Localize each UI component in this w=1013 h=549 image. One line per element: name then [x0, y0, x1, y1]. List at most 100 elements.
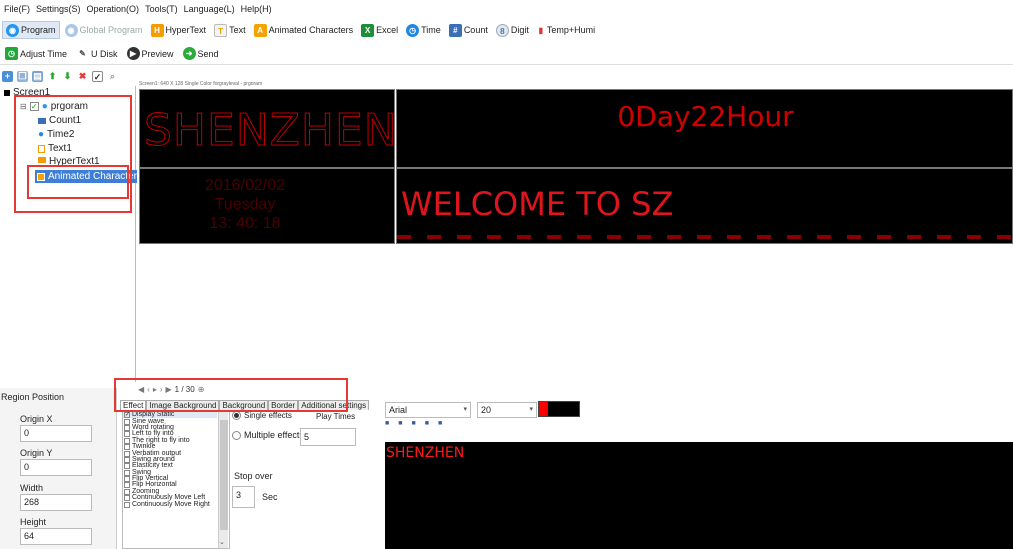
origin-x-label: Origin X: [20, 414, 53, 424]
checkbox-icon[interactable]: [124, 469, 130, 476]
temp-humi-button[interactable]: ▮ Temp+Humi: [534, 21, 598, 39]
stop-over-input[interactable]: 3: [232, 486, 255, 508]
multiple-effects-option[interactable]: Multiple effects: [232, 430, 304, 440]
chevron-down-icon[interactable]: ⌄: [219, 538, 225, 546]
program-icon: ◉: [6, 23, 19, 37]
checkbox-icon[interactable]: [124, 431, 130, 438]
checkbox-icon[interactable]: ✓: [92, 70, 103, 82]
screen-icon: [4, 89, 10, 96]
highlight-tabs: [114, 378, 348, 412]
send-button[interactable]: ➜ Send: [180, 45, 222, 63]
align-center-icon[interactable]: ■: [438, 420, 442, 427]
origin-y-label: Origin Y: [20, 448, 53, 458]
single-effects-option[interactable]: Single effects: [232, 411, 292, 420]
effect-list-scrollbar[interactable]: [218, 412, 228, 548]
clock-icon: ◷: [406, 23, 420, 37]
region-position-panel: Region Position Origin X 0 Origin Y 0 Wi…: [0, 388, 117, 549]
move-up-icon[interactable]: ⬆: [47, 71, 58, 82]
u-disk-button[interactable]: ✎ U Disk: [73, 45, 121, 63]
stop-over-label: Stop over: [234, 471, 273, 481]
text-icon: T: [214, 23, 228, 37]
underline-icon[interactable]: ■: [411, 420, 415, 427]
region-position-title: Region Position: [1, 392, 65, 402]
checkbox-icon[interactable]: [124, 488, 130, 495]
count-button[interactable]: # Count: [446, 21, 491, 39]
chevron-down-icon: ▾: [463, 406, 467, 413]
scroll-marquee-dots: [397, 235, 1013, 239]
scrollbar-thumb[interactable]: [220, 420, 228, 530]
menu-bar: File(F) Settings(S) Operation(O) Tools(T…: [0, 0, 1013, 18]
checkbox-checked-icon[interactable]: ✓: [124, 412, 130, 419]
region-count[interactable]: 0Day22Hour: [396, 89, 1013, 168]
checkbox-icon[interactable]: [124, 501, 130, 508]
menu-help[interactable]: Help(H): [241, 4, 272, 14]
checkbox-icon[interactable]: [124, 463, 130, 470]
search-icon[interactable]: ⌕: [107, 71, 118, 82]
hypertext-icon: H: [150, 23, 164, 37]
global-program-icon: ◉: [64, 23, 78, 37]
text-editor-panel: Arial ▾ 20 ▾ ■ ■ ■ ■ ■ SHENZHEN: [385, 400, 1013, 549]
digit-icon: 8: [495, 23, 509, 37]
menu-settings[interactable]: Settings(S): [36, 4, 81, 14]
adjust-time-icon: ◷: [5, 47, 18, 60]
paste-icon[interactable]: ▤: [32, 70, 43, 82]
checkbox-icon[interactable]: [124, 444, 130, 451]
global-program-button[interactable]: ◉ Global Program: [62, 21, 146, 39]
checkbox-icon[interactable]: [124, 424, 130, 431]
send-icon: ➜: [182, 47, 196, 60]
multiple-effects-radio[interactable]: [232, 430, 241, 440]
bold-icon[interactable]: ■: [385, 420, 389, 427]
excel-button[interactable]: X Excel: [358, 21, 401, 39]
checkbox-icon[interactable]: [124, 437, 130, 444]
height-input[interactable]: 64: [20, 528, 92, 545]
checkbox-icon[interactable]: [124, 476, 130, 483]
checkbox-icon[interactable]: [124, 482, 130, 489]
hypertext-button[interactable]: H HyperText: [148, 21, 210, 39]
sec-label: Sec: [262, 492, 278, 502]
checkbox-icon[interactable]: [124, 450, 130, 457]
chevron-down-icon: ▾: [529, 406, 533, 413]
effect-list[interactable]: ✓ Display Static Sine wave Word rotating Lef…: [122, 411, 230, 549]
width-label: Width: [20, 483, 44, 493]
text-preview-area[interactable]: SHENZHEN: [385, 442, 1013, 549]
width-input[interactable]: 268: [20, 494, 92, 511]
tree-toolbar: + ❐ ▤ ⬆ ⬇ ✖ ✓ ⌕: [2, 68, 132, 84]
effect-item[interactable]: Continuously Move Right: [123, 501, 217, 508]
region-shenzhen[interactable]: SHENZHEN: [139, 89, 397, 168]
digit-button[interactable]: 8 Digit: [493, 21, 532, 39]
animated-characters-button[interactable]: A Animated Characters: [251, 21, 357, 39]
font-select[interactable]: Arial ▾: [385, 402, 471, 418]
adjust-time-button[interactable]: ◷ Adjust Time: [2, 45, 70, 63]
count-icon: #: [448, 23, 462, 37]
checkbox-icon[interactable]: [124, 495, 130, 502]
preview-button[interactable]: ▶ Preview: [124, 45, 177, 63]
italic-icon[interactable]: ■: [398, 420, 402, 427]
checkbox-icon[interactable]: [124, 456, 130, 463]
thermometer-icon: ▮: [538, 25, 544, 35]
origin-x-input[interactable]: 0: [20, 425, 92, 442]
menu-tools[interactable]: Tools(T): [145, 4, 178, 14]
new-icon[interactable]: +: [2, 70, 13, 82]
menu-file[interactable]: File(F): [4, 4, 30, 14]
delete-icon[interactable]: ✖: [77, 71, 88, 82]
height-label: Height: [20, 517, 47, 527]
copy-icon[interactable]: ❐: [17, 70, 28, 82]
align-left-icon[interactable]: ■: [425, 420, 429, 427]
text-button[interactable]: T Text: [211, 21, 249, 39]
region-welcome[interactable]: WELCOME TO SZ: [396, 168, 1013, 244]
time-button[interactable]: ◷ Time: [403, 21, 444, 39]
font-size-select[interactable]: 20 ▾: [477, 402, 537, 418]
background-color-swatch[interactable]: [547, 401, 580, 417]
move-down-icon[interactable]: ⬇: [62, 71, 73, 82]
checkbox-icon[interactable]: [124, 418, 130, 425]
format-toolbar: ■ ■ ■ ■ ■: [385, 420, 442, 427]
single-effects-radio[interactable]: [232, 411, 241, 420]
program-button[interactable]: ◉ Program: [2, 21, 60, 39]
toolbar-actions: ◷ Adjust Time ✎ U Disk ▶ Preview ➜ Send: [0, 43, 1013, 65]
play-times-label: Play Times: [316, 412, 356, 421]
menu-language[interactable]: Language(L): [184, 4, 235, 14]
origin-y-input[interactable]: 0: [20, 459, 92, 476]
play-times-input[interactable]: 5: [300, 428, 356, 446]
menu-operation[interactable]: Operation(O): [87, 4, 140, 14]
region-time[interactable]: 2016/02/02 Tuesday 13: 40: 18: [139, 168, 395, 244]
